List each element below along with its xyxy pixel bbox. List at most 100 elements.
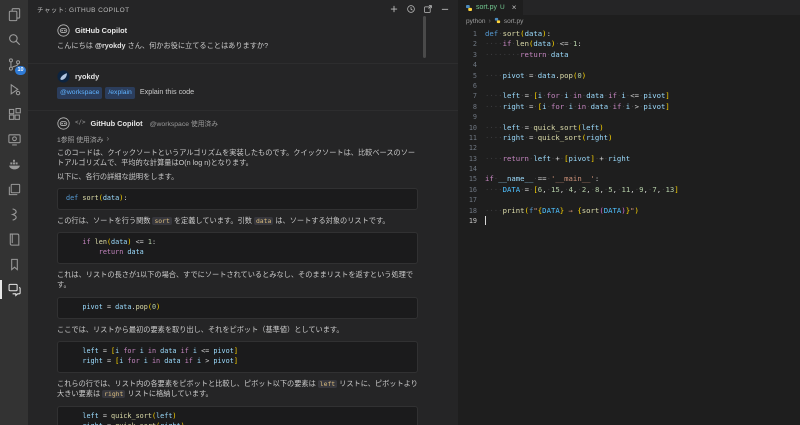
author-name: ryokdy	[75, 72, 99, 81]
chat-messages: GitHub Copilot こんにちは @ryokdy さん、何かお役に立てるこ…	[28, 18, 458, 425]
author-name: GitHub Copilot	[75, 26, 127, 35]
message-text: こんにちは @ryokdy さん、何かお役に立てることはありますか?	[57, 41, 418, 52]
code-line[interactable]: 11····right·=·quick_sort(right)	[458, 133, 800, 143]
search-icon	[7, 32, 22, 47]
code-line[interactable]: 10····left·=·quick_sort(left)	[458, 123, 800, 133]
sidebar-item-bookmarks[interactable]	[0, 252, 28, 277]
line-number: 16	[458, 185, 485, 195]
line-number: 11	[458, 133, 485, 143]
code-line: ····pivot·=·data.pop(0)	[66, 303, 409, 313]
line-content: ····pivot·=·data.pop(0)	[485, 71, 586, 81]
source-control-badge: 10	[15, 66, 26, 75]
git-status-untracked: U	[500, 4, 505, 11]
sidebar-item-run-debug[interactable]	[0, 77, 28, 102]
message-text: これは、リストの長さが1以下の場合、すでにソートされているとみなし、そのままリス…	[57, 270, 418, 291]
python-file-icon	[494, 17, 501, 26]
code-line[interactable]: 6	[458, 81, 800, 91]
chat-toolbar	[389, 4, 450, 14]
copilot-avatar	[57, 24, 70, 37]
chevron-right-icon: ›	[106, 135, 109, 142]
line-content: ········return·data	[485, 50, 569, 60]
code-line[interactable]: 16····DATA·=·[6,·15,·4,·2,·8,·5,·11,·9,·…	[458, 185, 800, 195]
code-line[interactable]: 1def·sort(data):	[458, 29, 800, 39]
breadcrumb-folder[interactable]: python	[466, 18, 486, 25]
code-line[interactable]: 15if·__name__·==·'__main__':	[458, 174, 800, 184]
code-line: ····if·len(data)·<=·1:	[66, 238, 409, 248]
code-line[interactable]: 7····left·=·[i·for·i·in·data·if·i·<=·piv…	[458, 91, 800, 101]
sidebar-item-extensions[interactable]	[0, 102, 28, 127]
code-line[interactable]: 12	[458, 143, 800, 153]
sidebar-item-explorer[interactable]	[0, 2, 28, 27]
code-line[interactable]: 8····right·=·[i·for·i·in·data·if·i·>·piv…	[458, 102, 800, 112]
line-number: 6	[458, 81, 485, 91]
references-toggle[interactable]: 1参照 使用済み›	[57, 134, 418, 144]
chat-scroll-area[interactable]: GitHub Copilot こんにちは @ryokdy さん、何かお役に立てるこ…	[28, 18, 458, 425]
dev-containers-icon	[7, 182, 22, 197]
line-content: def·sort(data):	[485, 29, 551, 39]
explorer-icon	[7, 7, 22, 22]
python-file-icon	[465, 0, 473, 17]
open-chat-in-editor-icon[interactable]	[423, 4, 433, 14]
extensions-icon	[7, 107, 22, 122]
chat-message: </>GitHub Copilot@workspace 使用済み1参照 使用済み…	[28, 110, 458, 425]
sidebar-item-search[interactable]	[0, 27, 28, 52]
line-number: 18	[458, 206, 485, 216]
chat-history-icon[interactable]	[406, 4, 416, 14]
chat-panel-header: チャット: GITHUB COPILOT	[28, 0, 458, 18]
code-line[interactable]: 5····pivot·=·data.pop(0)	[458, 71, 800, 81]
line-content: ····right·=·[i·for·i·in·data·if·i·>·pivo…	[485, 102, 670, 112]
docker-icon	[7, 157, 22, 172]
line-number: 8	[458, 102, 485, 112]
line-number: 2	[458, 39, 485, 49]
code-line[interactable]: 14	[458, 164, 800, 174]
line-number: 5	[458, 71, 485, 81]
copilot-chat-icon	[7, 282, 22, 297]
sidebar-item-docs[interactable]	[0, 227, 28, 252]
new-chat-icon[interactable]	[389, 4, 399, 14]
message-text: これらの行では、リスト内の各要素をピボットと比較し、ピボット以下の要素は lef…	[57, 379, 418, 400]
editor-code[interactable]: 1def·sort(data):2····if·len(data)·<=·1:3…	[458, 29, 800, 226]
message-text: @workspace/explain Explain this code	[57, 87, 418, 99]
remote-explorer-icon	[7, 132, 22, 147]
line-number: 19	[458, 216, 485, 226]
line-number: 17	[458, 195, 485, 205]
sidebar-item-copilot-chat[interactable]	[0, 277, 28, 302]
code-line[interactable]: 2····if·len(data)·<=·1:	[458, 39, 800, 49]
editor-cursor	[485, 216, 486, 225]
code-line[interactable]: 13····return·left·+·[pivot]·+·right	[458, 154, 800, 164]
line-content: ····left·=·[i·for·i·in·data·if·i·<=·pivo…	[485, 91, 670, 101]
user-avatar	[57, 70, 70, 83]
code-line: ····left·=·[i·for·i·in·data·if·i·<=·pivo…	[66, 347, 409, 357]
code-line[interactable]: 18····print(f"{DATA} → {sort(DATA)}")	[458, 206, 800, 216]
sidebar-item-docker[interactable]	[0, 152, 28, 177]
breadcrumb-file[interactable]: sort.py	[504, 18, 524, 25]
code-line[interactable]: 3········return·data	[458, 50, 800, 60]
code-icon: </>	[75, 120, 85, 126]
code-line: ····right·=·[i·for·i·in·data·if·i·>·pivo…	[66, 357, 409, 367]
inline-code: right	[102, 390, 125, 398]
sidebar-item-remote-explorer[interactable]	[0, 127, 28, 152]
chat-scrollbar-thumb[interactable]	[423, 16, 426, 58]
more-actions-icon[interactable]	[440, 4, 450, 14]
line-content: ····return·left·+·[pivot]·+·right	[485, 154, 630, 164]
line-number: 13	[458, 154, 485, 164]
code-line[interactable]: 4	[458, 60, 800, 70]
tab-sort-py[interactable]: sort.py U ×	[458, 0, 523, 15]
chevron-right-icon: ›	[489, 18, 491, 25]
sidebar-item-source-control[interactable]: 10	[0, 52, 28, 77]
inline-code: sort	[152, 217, 171, 225]
vscode-window: 10 チャット: GITHUB COPIL	[0, 0, 800, 425]
code-line[interactable]: 17	[458, 195, 800, 205]
chat-chip[interactable]: /explain	[105, 87, 134, 99]
tab-close-icon[interactable]: ×	[512, 4, 517, 12]
line-content	[485, 216, 486, 226]
line-content: ····left·=·quick_sort(left)	[485, 123, 604, 133]
sidebar-item-gitlens[interactable]	[0, 202, 28, 227]
chat-chip[interactable]: @workspace	[57, 87, 102, 99]
line-number: 9	[458, 112, 485, 122]
line-number: 15	[458, 174, 485, 184]
line-number: 10	[458, 123, 485, 133]
code-line[interactable]: 9	[458, 112, 800, 122]
sidebar-item-dev-containers[interactable]	[0, 177, 28, 202]
code-line[interactable]: 19	[458, 216, 800, 226]
